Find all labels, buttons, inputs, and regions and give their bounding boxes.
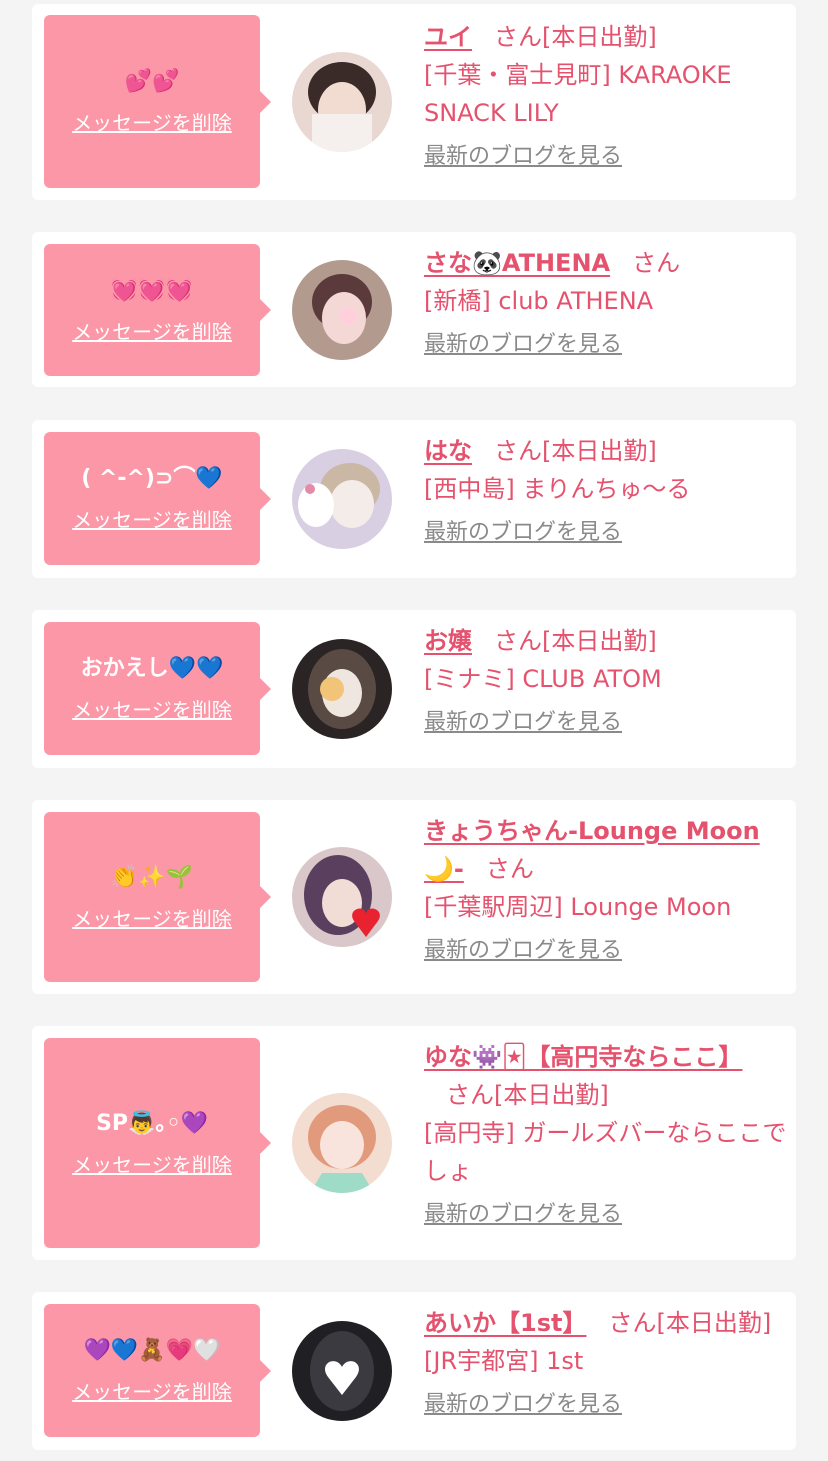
message-text: SP👼｡◦💜 [96, 1110, 208, 1136]
message-bubble: 👏✨🌱 メッセージを削除 [44, 812, 271, 982]
avatar[interactable] [292, 1321, 392, 1421]
card: 💕💕 メッセージを削除 ユイ さん[本日出勤] [千葉・富士見町] KARAOKE… [32, 4, 796, 200]
latest-blog-link[interactable]: 最新のブログを見る [424, 1200, 622, 1230]
shop-info: [西中島] まりんちゅ〜る [424, 475, 691, 503]
avatar-photo [292, 1093, 392, 1193]
avatar-photo [292, 639, 392, 739]
honorific: さん [446, 1081, 494, 1109]
card: 💜💙🧸💗🤍 メッセージを削除 あいか【1st】 さん[本日出勤] [JR宇都宮] … [32, 1292, 796, 1450]
name-line: はな さん[本日出勤] [424, 432, 788, 470]
shop-info: [高円寺] ガールズバーならここでしょ [424, 1119, 787, 1185]
honorific: さん [608, 1309, 657, 1337]
delete-message-link[interactable]: メッセージを削除 [72, 694, 232, 723]
honorific: さん [632, 249, 681, 277]
name-line: ゆな👾🃏【高円寺ならここ】さん[本日出勤] [424, 1038, 788, 1114]
latest-blog-link[interactable]: 最新のブログを見る [424, 936, 622, 966]
cast-name-link[interactable]: さな🐼ATHENA [424, 249, 610, 277]
card: おかえし💙💙 メッセージを削除 お嬢 さん[本日出勤] [ミナミ] CLUB AT… [32, 610, 796, 768]
card: 👏✨🌱 メッセージを削除 きょうちゃん-Lounge Moon🌙- さん [千葉駅… [32, 800, 796, 994]
status-tag: [本日出勤] [494, 1081, 609, 1109]
latest-blog-link[interactable]: 最新のブログを見る [424, 518, 622, 548]
delete-message-link[interactable]: メッセージを削除 [72, 504, 232, 533]
message-bubble: 💜💙🧸💗🤍 メッセージを削除 [44, 1304, 271, 1437]
name-line: ユイ さん[本日出勤] [424, 18, 788, 56]
delete-message-link[interactable]: メッセージを削除 [72, 1376, 232, 1405]
latest-blog-link[interactable]: 最新のブログを見る [424, 708, 622, 738]
avatar-photo [292, 1321, 392, 1421]
honorific: さん [494, 23, 542, 51]
message-bubble: ( ^-^)⊃⌒💙 メッセージを削除 [44, 432, 271, 565]
message-text: 💜💙🧸💗🤍 [83, 1338, 221, 1363]
delete-message-link[interactable]: メッセージを削除 [72, 316, 232, 345]
honorific: さん [494, 627, 542, 655]
name-line: きょうちゃん-Lounge Moon🌙- さん [424, 812, 788, 888]
avatar[interactable] [292, 52, 392, 152]
avatar[interactable] [292, 449, 392, 549]
message-text: 💓💓💓 [110, 277, 194, 303]
cast-name-link[interactable]: ユイ [424, 23, 472, 51]
latest-blog-link[interactable]: 最新のブログを見る [424, 142, 622, 172]
name-line: さな🐼ATHENA さん [424, 244, 788, 282]
avatar-photo [292, 449, 392, 549]
status-tag: [本日出勤] [542, 437, 657, 465]
status-tag: [本日出勤] [542, 23, 657, 51]
shop-info: [ミナミ] CLUB ATOM [424, 665, 662, 693]
shop-info: [千葉・富士見町] KARAOKE SNACK LILY [424, 61, 732, 127]
message-bubble: 💕💕 メッセージを削除 [44, 15, 271, 188]
delete-message-link[interactable]: メッセージを削除 [72, 107, 232, 136]
avatar[interactable] [292, 1093, 392, 1193]
honorific: さん [494, 437, 542, 465]
name-line: お嬢 さん[本日出勤] [424, 622, 788, 660]
status-tag: [本日出勤] [542, 627, 657, 655]
honorific: さん [485, 855, 534, 883]
cast-name-link[interactable]: きょうちゃん-Lounge Moon🌙- [424, 817, 760, 883]
message-bubble: 💓💓💓 メッセージを削除 [44, 244, 271, 376]
shop-info: [JR宇都宮] 1st [424, 1347, 584, 1375]
avatar[interactable] [292, 639, 392, 739]
avatar-photo [292, 260, 392, 360]
avatar-photo [292, 52, 392, 152]
avatar[interactable] [292, 260, 392, 360]
shop-info: [千葉駅周辺] Lounge Moon [424, 893, 732, 921]
name-line: あいか【1st】 さん[本日出勤] [424, 1304, 788, 1342]
message-bubble: SP👼｡◦💜 メッセージを削除 [44, 1038, 271, 1248]
latest-blog-link[interactable]: 最新のブログを見る [424, 1390, 622, 1420]
cast-name-link[interactable]: あいか【1st】 [424, 1309, 586, 1337]
cast-name-link[interactable]: お嬢 [424, 627, 472, 655]
message-text: おかえし💙💙 [80, 656, 224, 681]
cast-name-link[interactable]: はな [424, 437, 472, 465]
message-bubble: おかえし💙💙 メッセージを削除 [44, 622, 271, 755]
status-tag: [本日出勤] [656, 1309, 772, 1337]
latest-blog-link[interactable]: 最新のブログを見る [424, 330, 622, 360]
delete-message-link[interactable]: メッセージを削除 [72, 1149, 232, 1178]
card: SP👼｡◦💜 メッセージを削除 ゆな👾🃏【高円寺ならここ】さん[本日出勤] [高… [32, 1026, 796, 1260]
card: 💓💓💓 メッセージを削除 さな🐼ATHENA さん [新橋] club ATHEN… [32, 232, 796, 387]
avatar[interactable] [292, 847, 392, 947]
message-text: ( ^-^)⊃⌒💙 [81, 466, 223, 491]
shop-info: [新橋] club ATHENA [424, 287, 654, 315]
message-text: 👏✨🌱 [110, 864, 194, 890]
message-text: 💕💕 [124, 69, 180, 94]
cast-name-link[interactable]: ゆな👾🃏【高円寺ならここ】 [424, 1043, 742, 1071]
delete-message-link[interactable]: メッセージを削除 [72, 903, 232, 932]
avatar-photo [292, 847, 392, 947]
card: ( ^-^)⊃⌒💙 メッセージを削除 はな さん[本日出勤] [西中島] まりんち… [32, 420, 796, 578]
